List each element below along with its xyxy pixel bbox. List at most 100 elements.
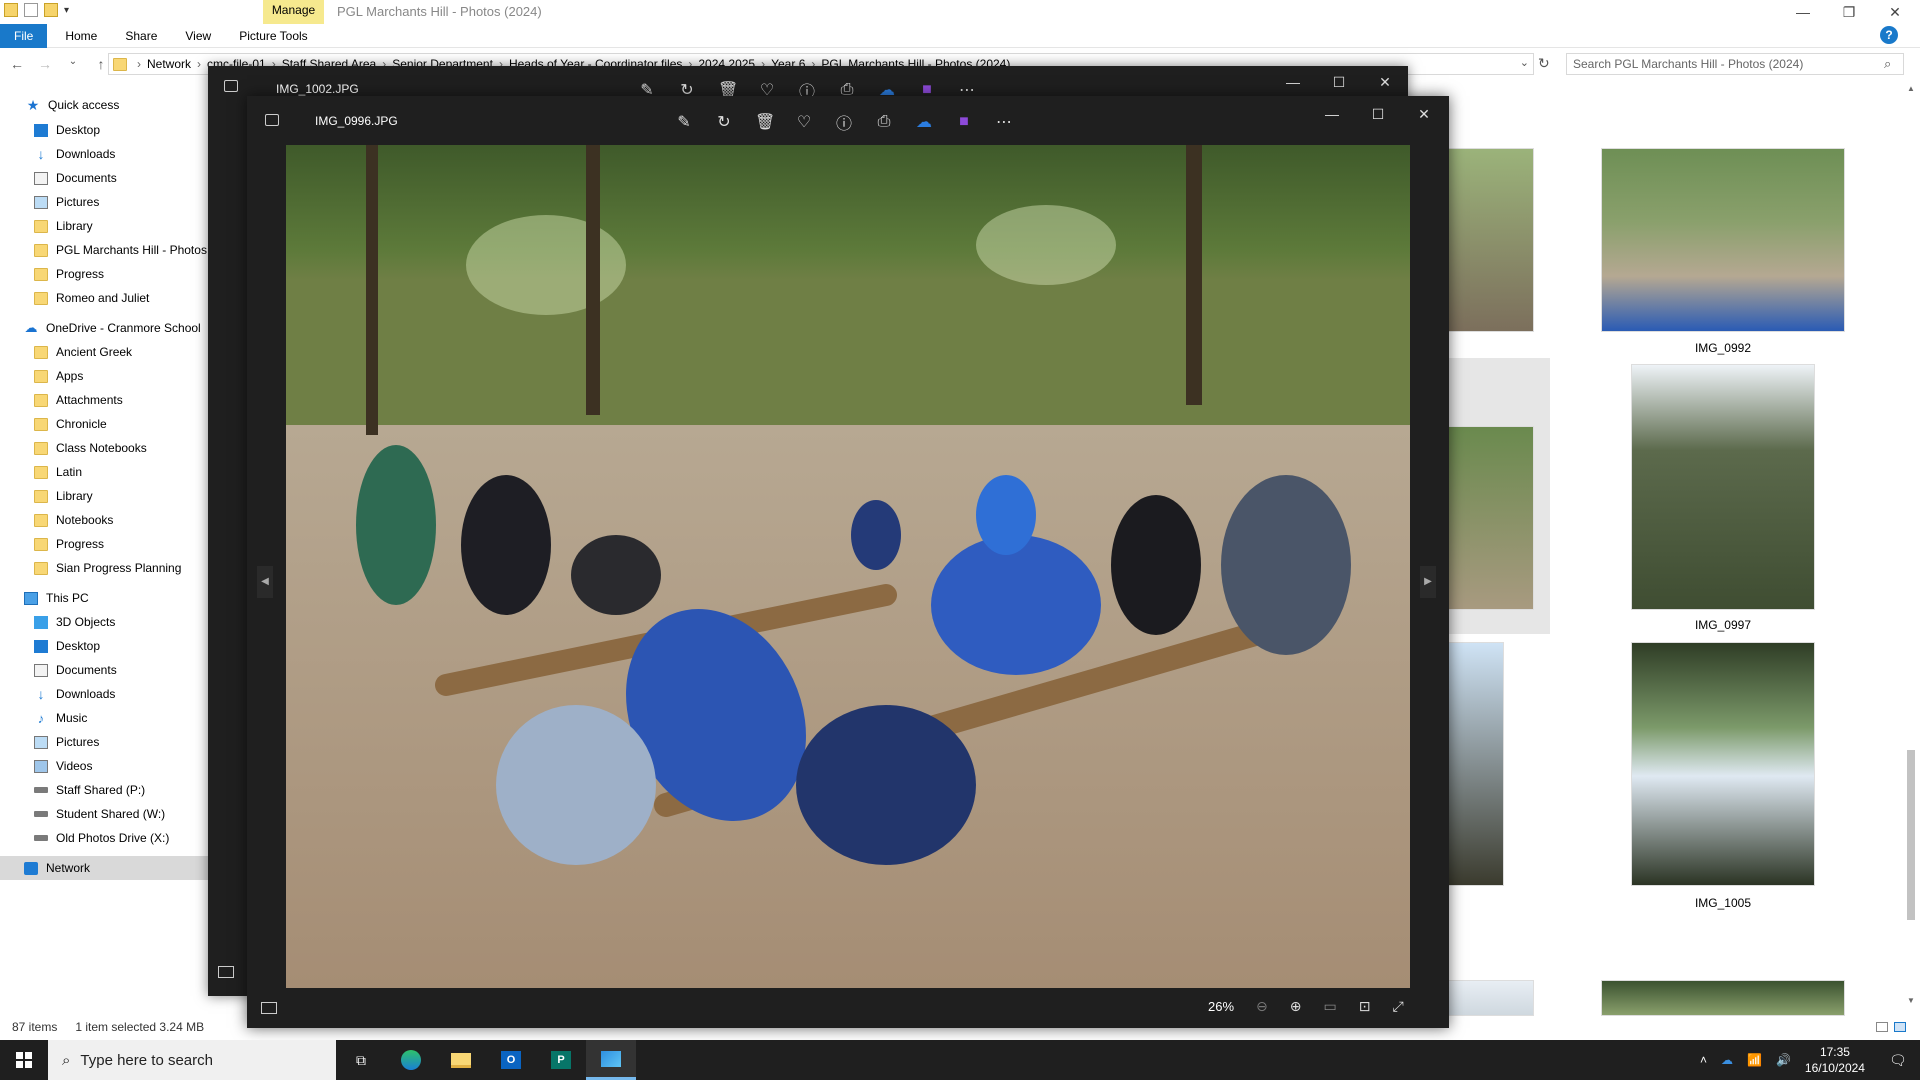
tab-home[interactable]: Home xyxy=(51,24,111,48)
details-view-icon[interactable] xyxy=(1876,1022,1888,1032)
rotate-icon[interactable]: ↻ xyxy=(715,112,733,132)
address-dropdown-icon[interactable]: ⌄ xyxy=(1520,56,1529,69)
file-explorer-icon[interactable] xyxy=(436,1040,486,1080)
fit-to-window-icon[interactable]: ▭ xyxy=(1324,998,1337,1015)
photos-icon[interactable] xyxy=(586,1040,636,1080)
more-icon[interactable]: ⋯ xyxy=(995,112,1013,132)
nav-item-pgl[interactable]: PGL Marchants Hill - Photos ( xyxy=(0,238,208,262)
photo-canvas[interactable] xyxy=(286,145,1410,988)
filmstrip-icon[interactable] xyxy=(261,1002,277,1014)
minimize-button[interactable]: — xyxy=(1780,0,1826,24)
outlook-icon[interactable]: O xyxy=(486,1040,536,1080)
clipchamp-icon[interactable]: ■ xyxy=(955,113,973,131)
vertical-scrollbar[interactable]: ▲ ▼ xyxy=(1905,84,1917,1010)
actual-size-icon[interactable]: ⊡ xyxy=(1359,998,1371,1015)
nav-item-network[interactable]: Network xyxy=(0,856,208,880)
nav-item-library2[interactable]: Library xyxy=(0,484,208,508)
nav-item-sian[interactable]: Sian Progress Planning xyxy=(0,556,208,580)
zoom-out-icon[interactable]: ⊖ xyxy=(1256,998,1268,1015)
refresh-icon[interactable]: ↻ xyxy=(1538,55,1550,72)
nav-item-old-photos[interactable]: Old Photos Drive (X:) xyxy=(0,826,208,850)
next-image-button[interactable]: ▶ xyxy=(1420,566,1436,598)
file-thumbnail-img0992[interactable] xyxy=(1601,148,1845,332)
close-button[interactable]: ✕ xyxy=(1362,74,1408,91)
tab-file[interactable]: File xyxy=(0,23,48,48)
forward-arrow-icon[interactable]: → xyxy=(34,56,56,72)
close-button[interactable]: ✕ xyxy=(1872,0,1918,24)
file-thumbnail[interactable] xyxy=(1601,980,1845,1016)
manage-tab[interactable]: Manage xyxy=(263,0,324,24)
tab-share[interactable]: Share xyxy=(111,24,171,48)
breadcrumb-network[interactable]: Network xyxy=(147,57,191,71)
nav-item-notebooks[interactable]: Notebooks xyxy=(0,508,208,532)
this-pc[interactable]: This PC xyxy=(0,586,208,610)
delete-icon[interactable]: 🗑 xyxy=(755,112,775,132)
nav-item-library[interactable]: Library xyxy=(0,214,208,238)
help-icon[interactable]: ? xyxy=(1880,26,1898,44)
recent-locations-icon[interactable]: ⌄ xyxy=(62,56,84,72)
taskbar-search[interactable]: ⌕ Type here to search xyxy=(48,1040,336,1080)
nav-item-pc-documents[interactable]: Documents xyxy=(0,658,208,682)
fullscreen-icon[interactable]: ⤢ xyxy=(1392,998,1403,1015)
file-thumbnail[interactable] xyxy=(1440,426,1534,610)
nav-item-music[interactable]: ♪ Music xyxy=(0,706,208,730)
file-name[interactable]: IMG_0997 xyxy=(1601,618,1845,632)
publisher-icon[interactable]: P xyxy=(536,1040,586,1080)
nav-item-attachments[interactable]: Attachments xyxy=(0,388,208,412)
new-folder-icon[interactable] xyxy=(44,3,58,17)
file-thumbnail[interactable] xyxy=(1440,980,1534,1016)
previous-image-button[interactable]: ◀ xyxy=(257,566,273,598)
volume-icon[interactable]: 🔊 xyxy=(1776,1053,1791,1067)
info-icon[interactable]: ⓘ xyxy=(835,110,853,134)
start-button[interactable] xyxy=(0,1040,48,1080)
nav-item-progress2[interactable]: Progress xyxy=(0,532,208,556)
nav-item-documents[interactable]: Documents xyxy=(0,166,208,190)
tab-view[interactable]: View xyxy=(171,24,225,48)
print-icon[interactable]: ⎙ xyxy=(875,113,893,131)
nav-item-pc-downloads[interactable]: ↓ Downloads xyxy=(0,682,208,706)
nav-item-desktop[interactable]: Desktop xyxy=(0,118,208,142)
favorite-icon[interactable]: ♡ xyxy=(795,112,813,132)
nav-item-downloads[interactable]: ↓ Downloads xyxy=(0,142,208,166)
tray-overflow-icon[interactable]: ˄ xyxy=(1700,1053,1707,1067)
nav-item-pictures[interactable]: Pictures xyxy=(0,190,208,214)
file-thumbnail[interactable] xyxy=(1440,148,1534,332)
file-name[interactable]: IMG_1005 xyxy=(1601,896,1845,910)
task-view-icon[interactable]: ⧉ xyxy=(336,1040,386,1080)
edit-icon[interactable]: ✎ xyxy=(675,112,693,132)
nav-item-romeo[interactable]: Romeo and Juliet xyxy=(0,286,208,310)
filmstrip-icon[interactable] xyxy=(218,966,234,978)
minimize-button[interactable]: — xyxy=(1270,74,1316,90)
minimize-button[interactable]: — xyxy=(1309,106,1355,122)
onedrive-icon[interactable]: ☁ xyxy=(915,112,933,132)
nav-item-ancient-greek[interactable]: Ancient Greek xyxy=(0,340,208,364)
nav-item-class-notebooks[interactable]: Class Notebooks xyxy=(0,436,208,460)
search-input[interactable]: Search PGL Marchants Hill - Photos (2024… xyxy=(1566,53,1904,75)
maximize-button[interactable]: ☐ xyxy=(1355,106,1401,123)
network-tray-icon[interactable]: 📶 xyxy=(1747,1053,1762,1067)
onedrive-tray-icon[interactable]: ☁ xyxy=(1721,1053,1733,1067)
nav-item-pc-desktop[interactable]: Desktop xyxy=(0,634,208,658)
scrollbar-thumb[interactable] xyxy=(1907,750,1915,920)
nav-item-latin[interactable]: Latin xyxy=(0,460,208,484)
clock[interactable]: 17:35 16/10/2024 xyxy=(1805,1044,1865,1076)
nav-item-student-shared[interactable]: Student Shared (W:) xyxy=(0,802,208,826)
large-icons-view-icon[interactable] xyxy=(1894,1022,1906,1032)
maximize-button[interactable]: ☐ xyxy=(1316,74,1362,91)
back-arrow-icon[interactable]: ← xyxy=(6,56,28,72)
nav-item-pc-pictures[interactable]: Pictures xyxy=(0,730,208,754)
maximize-button[interactable]: ❐ xyxy=(1826,0,1872,24)
nav-item-progress[interactable]: Progress xyxy=(0,262,208,286)
scroll-up-icon[interactable]: ▲ xyxy=(1905,84,1917,93)
zoom-in-icon[interactable]: ⊕ xyxy=(1290,998,1302,1015)
tab-picture-tools[interactable]: Picture Tools xyxy=(225,24,321,48)
notifications-icon[interactable]: 🗨 xyxy=(1889,1052,1907,1069)
nav-item-staff-shared[interactable]: Staff Shared (P:) xyxy=(0,778,208,802)
nav-item-chronicle[interactable]: Chronicle xyxy=(0,412,208,436)
file-name[interactable]: IMG_0992 xyxy=(1601,341,1845,355)
qat-dropdown-icon[interactable]: ▾ xyxy=(64,5,69,16)
file-thumbnail-img1005[interactable] xyxy=(1631,642,1815,886)
properties-icon[interactable] xyxy=(24,3,38,17)
onedrive[interactable]: ☁ OneDrive - Cranmore School xyxy=(0,316,208,340)
nav-item-apps[interactable]: Apps xyxy=(0,364,208,388)
